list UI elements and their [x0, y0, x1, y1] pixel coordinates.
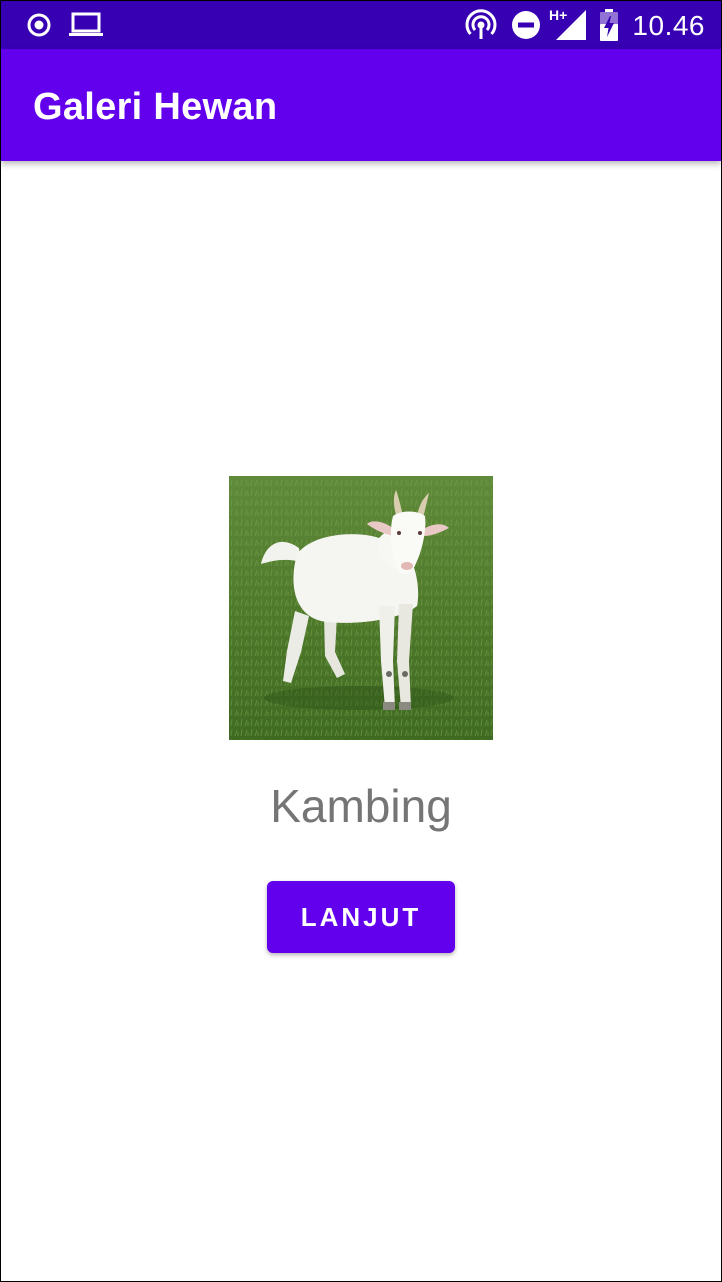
- next-button[interactable]: LANJUT: [267, 881, 455, 953]
- phone-screen: H+ 10.46 Galeri Hewan Kambing LANJUT: [0, 0, 722, 1282]
- animal-name: Kambing: [270, 780, 452, 832]
- hotspot-icon: [463, 1, 499, 49]
- status-time: 10.46: [632, 10, 705, 41]
- laptop-icon: [67, 1, 105, 49]
- app-bar: Galeri Hewan: [1, 49, 721, 161]
- battery-icon: [597, 1, 621, 49]
- goat-photo-icon: [229, 476, 493, 740]
- animal-image: [229, 476, 493, 740]
- do-not-disturb-icon: [509, 1, 543, 49]
- status-bar: H+ 10.46: [1, 1, 721, 49]
- app-title: Galeri Hewan: [33, 86, 278, 128]
- network-type-label: H+: [549, 7, 568, 23]
- record-icon: [25, 1, 53, 49]
